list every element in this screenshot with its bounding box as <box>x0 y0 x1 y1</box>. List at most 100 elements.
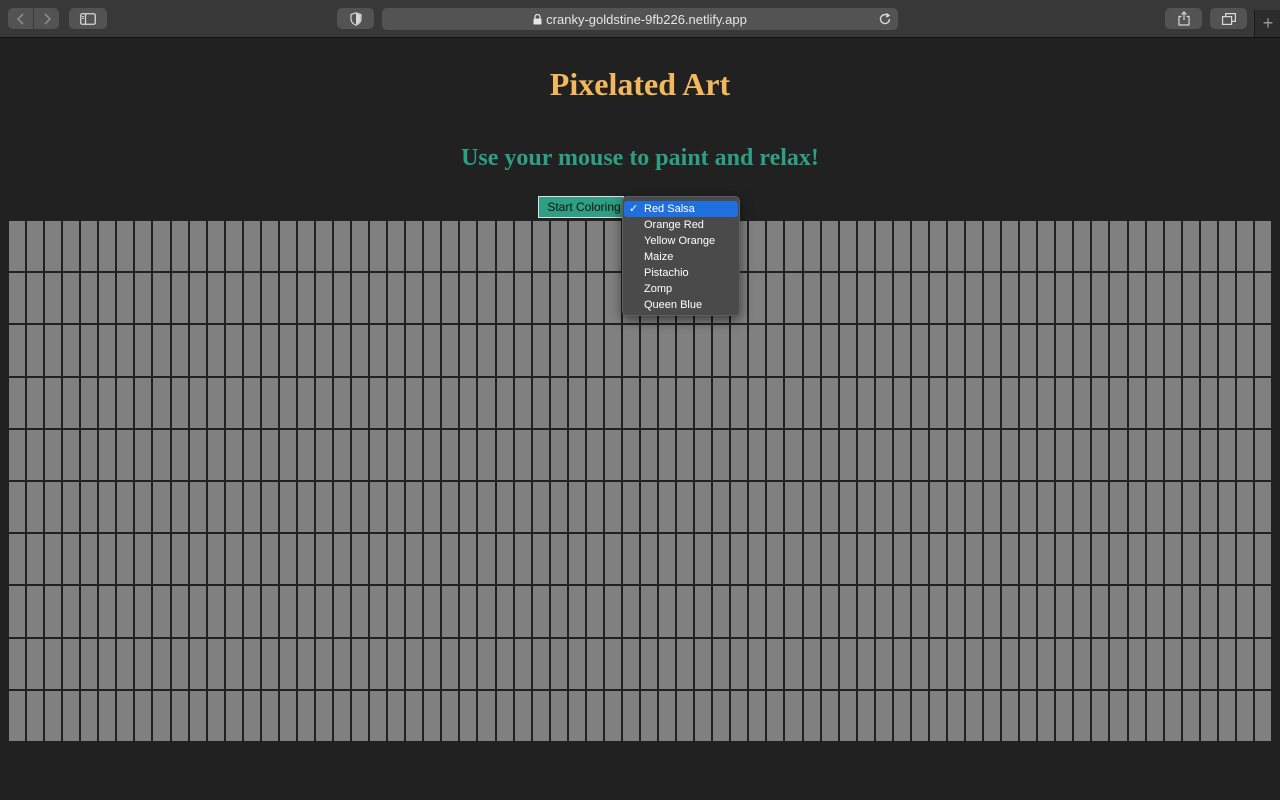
pixel-cell[interactable] <box>767 325 784 376</box>
pixel-cell[interactable] <box>460 534 477 585</box>
pixel-cell[interactable] <box>1002 325 1019 376</box>
pixel-cell[interactable] <box>334 221 351 272</box>
pixel-cell[interactable] <box>966 377 983 428</box>
pixel-cell[interactable] <box>1200 690 1217 741</box>
pixel-cell[interactable] <box>189 325 206 376</box>
pixel-cell[interactable] <box>388 429 405 480</box>
pixel-cell[interactable] <box>875 273 892 324</box>
pixel-cell[interactable] <box>677 429 694 480</box>
pixel-cell[interactable] <box>1146 377 1163 428</box>
pixel-cell[interactable] <box>966 482 983 533</box>
pixel-cell[interactable] <box>532 534 549 585</box>
pixel-cell[interactable] <box>460 482 477 533</box>
pixel-cell[interactable] <box>659 429 676 480</box>
pixel-cell[interactable] <box>821 586 838 637</box>
pixel-cell[interactable] <box>1218 221 1235 272</box>
pixel-cell[interactable] <box>1128 638 1145 689</box>
pixel-cell[interactable] <box>785 273 802 324</box>
start-coloring-button[interactable]: Start Coloring <box>538 196 624 218</box>
pixel-cell[interactable] <box>225 482 242 533</box>
pixel-cell[interactable] <box>659 586 676 637</box>
pixel-cell[interactable] <box>370 221 387 272</box>
pixel-cell[interactable] <box>966 273 983 324</box>
pixel-cell[interactable] <box>442 690 459 741</box>
pixel-cell[interactable] <box>1164 690 1181 741</box>
pixel-cell[interactable] <box>135 325 152 376</box>
pixel-cell[interactable] <box>857 273 874 324</box>
pixel-cell[interactable] <box>1056 273 1073 324</box>
pixel-cell[interactable] <box>1056 586 1073 637</box>
pixel-cell[interactable] <box>984 690 1001 741</box>
pixel-cell[interactable] <box>785 534 802 585</box>
pixel-cell[interactable] <box>81 482 98 533</box>
pixel-cell[interactable] <box>839 534 856 585</box>
pixel-cell[interactable] <box>460 325 477 376</box>
pixel-cell[interactable] <box>388 638 405 689</box>
pixel-cell[interactable] <box>334 482 351 533</box>
pixel-cell[interactable] <box>315 377 333 428</box>
pixel-cell[interactable] <box>27 273 44 324</box>
pixel-cell[interactable] <box>1146 429 1163 480</box>
pixel-cell[interactable] <box>45 482 62 533</box>
pixel-cell[interactable] <box>261 482 278 533</box>
pixel-cell[interactable] <box>63 586 80 637</box>
pixel-cell[interactable] <box>1110 221 1127 272</box>
pixel-cell[interactable] <box>135 377 152 428</box>
privacy-report-button[interactable] <box>337 8 374 29</box>
pixel-cell[interactable] <box>460 273 477 324</box>
pixel-cell[interactable] <box>9 586 26 637</box>
pixel-cell[interactable] <box>478 534 495 585</box>
pixel-cell[interactable] <box>947 690 965 741</box>
pixel-cell[interactable] <box>1182 377 1199 428</box>
pixel-cell[interactable] <box>1164 377 1181 428</box>
pixel-cell[interactable] <box>586 534 603 585</box>
pixel-cell[interactable] <box>947 429 965 480</box>
color-option[interactable]: Pistachio <box>624 265 738 281</box>
pixel-cell[interactable] <box>388 586 405 637</box>
pixel-cell[interactable] <box>406 429 423 480</box>
pixel-cell[interactable] <box>478 221 495 272</box>
pixel-cell[interactable] <box>478 586 495 637</box>
tab-overview-button[interactable] <box>1210 8 1247 29</box>
pixel-cell[interactable] <box>677 586 694 637</box>
pixel-cell[interactable] <box>1236 482 1253 533</box>
pixel-cell[interactable] <box>532 273 549 324</box>
pixel-cell[interactable] <box>1128 534 1145 585</box>
pixel-cell[interactable] <box>1182 482 1199 533</box>
pixel-cell[interactable] <box>334 638 351 689</box>
pixel-cell[interactable] <box>1182 273 1199 324</box>
pixel-cell[interactable] <box>821 638 838 689</box>
pixel-cell[interactable] <box>63 273 80 324</box>
pixel-cell[interactable] <box>1146 221 1163 272</box>
pixel-cell[interactable] <box>478 690 495 741</box>
pixel-cell[interactable] <box>1038 534 1055 585</box>
pixel-cell[interactable] <box>1020 377 1037 428</box>
pixel-cell[interactable] <box>261 429 278 480</box>
pixel-cell[interactable] <box>1128 429 1145 480</box>
pixel-cell[interactable] <box>695 690 712 741</box>
pixel-cell[interactable] <box>586 273 603 324</box>
pixel-cell[interactable] <box>406 482 423 533</box>
pixel-cell[interactable] <box>63 690 80 741</box>
pixel-cell[interactable] <box>1074 586 1091 637</box>
pixel-cell[interactable] <box>261 690 278 741</box>
pixel-cell[interactable] <box>659 690 676 741</box>
pixel-cell[interactable] <box>1038 325 1055 376</box>
pixel-cell[interactable] <box>189 429 206 480</box>
pixel-cell[interactable] <box>352 221 369 272</box>
pixel-cell[interactable] <box>1164 482 1181 533</box>
pixel-cell[interactable] <box>677 325 694 376</box>
pixel-cell[interactable] <box>767 482 784 533</box>
pixel-cell[interactable] <box>604 429 621 480</box>
pixel-cell[interactable] <box>297 690 314 741</box>
pixel-cell[interactable] <box>117 586 134 637</box>
pixel-cell[interactable] <box>279 638 296 689</box>
pixel-cell[interactable] <box>99 273 116 324</box>
pixel-cell[interactable] <box>514 429 531 480</box>
pixel-cell[interactable] <box>568 273 585 324</box>
pixel-cell[interactable] <box>984 221 1001 272</box>
pixel-cell[interactable] <box>785 377 802 428</box>
pixel-cell[interactable] <box>604 534 621 585</box>
pixel-cell[interactable] <box>243 638 260 689</box>
pixel-cell[interactable] <box>424 221 441 272</box>
